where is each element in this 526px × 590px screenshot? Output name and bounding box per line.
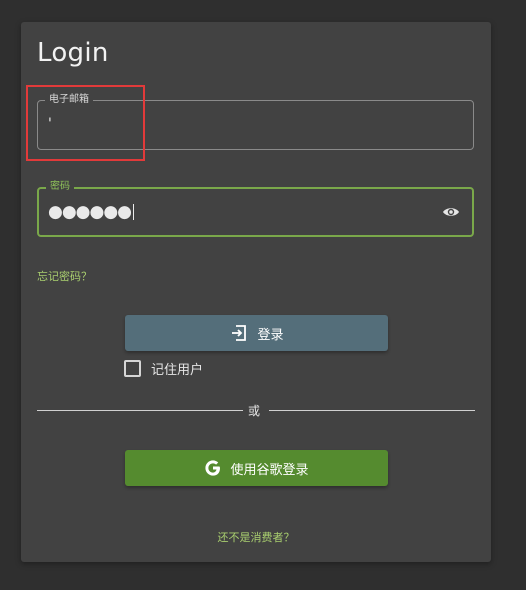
google-login-button[interactable]: 使用谷歌登录 bbox=[125, 450, 388, 486]
password-field[interactable]: 密码 ●●●●●● bbox=[37, 180, 474, 237]
divider-line-left bbox=[37, 410, 243, 411]
or-divider: 或 bbox=[37, 402, 475, 418]
email-field[interactable]: 电子邮箱 ' bbox=[37, 93, 474, 150]
forgot-password-link[interactable]: 忘记密码？ bbox=[37, 268, 92, 284]
password-masked-text: ●●●●●● bbox=[48, 202, 132, 222]
eye-icon[interactable] bbox=[442, 204, 460, 218]
email-field-label: 电子邮箱 bbox=[45, 93, 93, 107]
text-caret bbox=[133, 204, 135, 220]
remember-me-checkbox[interactable] bbox=[124, 360, 141, 377]
login-button-label: 登录 bbox=[257, 327, 284, 343]
google-icon bbox=[204, 459, 222, 477]
divider-line-right bbox=[269, 410, 475, 411]
login-button[interactable]: 登录 bbox=[125, 315, 388, 351]
page-title: Login bbox=[37, 38, 109, 68]
google-login-label: 使用谷歌登录 bbox=[230, 462, 309, 478]
remember-me[interactable]: 记住用户 bbox=[124, 359, 203, 378]
remember-me-label: 记住用户 bbox=[151, 363, 204, 378]
login-icon bbox=[229, 323, 249, 343]
divider-or-text: 或 bbox=[248, 404, 261, 418]
login-card: Login 电子邮箱 ' 密码 ●●●●●● 忘记密码？ 登录 记住用户 或 使… bbox=[21, 22, 491, 562]
password-field-value[interactable]: ●●●●●● bbox=[48, 202, 135, 222]
password-field-label: 密码 bbox=[46, 180, 74, 194]
email-field-value[interactable]: ' bbox=[48, 116, 52, 132]
not-consumer-link[interactable]: 还不是消费者？ bbox=[21, 529, 491, 545]
